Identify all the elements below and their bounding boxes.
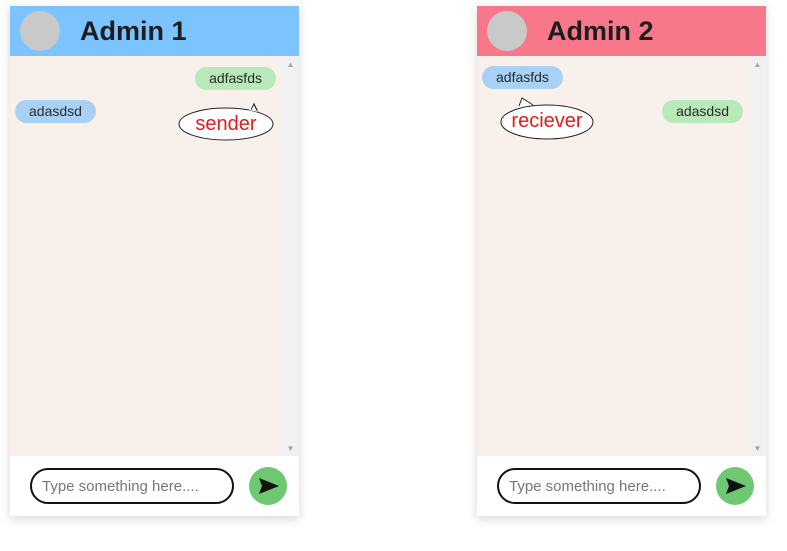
scroll-down-arrow-icon[interactable]: ▼ (749, 443, 766, 455)
send-arrow-icon (726, 478, 746, 494)
chat-title: Admin 2 (547, 16, 654, 46)
scroll-up-arrow-icon[interactable]: ▲ (282, 59, 299, 71)
avatar[interactable] (487, 11, 527, 51)
chat-window-admin-1: Admin 1 adfasfds adasdsd sender ▲ ▼ (10, 6, 299, 516)
annotation-label: sender (195, 113, 257, 135)
avatar[interactable] (20, 11, 60, 51)
annotation-callout: reciever (500, 96, 594, 140)
chat-header: Admin 2 (477, 6, 766, 56)
message-bubble-sent: adasdsd (662, 100, 743, 123)
message-composer (10, 456, 299, 516)
send-button[interactable] (249, 467, 287, 505)
message-list[interactable]: adfasfds adasdsd reciever (477, 56, 749, 456)
message-bubble-received: adfasfds (482, 66, 563, 89)
message-input[interactable] (30, 468, 234, 504)
message-input[interactable] (497, 468, 701, 504)
scroll-down-arrow-icon[interactable]: ▼ (282, 443, 299, 455)
send-arrow-icon (259, 478, 279, 494)
message-bubble-received: adasdsd (15, 100, 96, 123)
message-bubble-sent: adfasfds (195, 67, 276, 90)
message-list[interactable]: adfasfds adasdsd sender (10, 56, 282, 456)
send-button[interactable] (716, 467, 754, 505)
scrollbar[interactable]: ▲ ▼ (749, 56, 766, 456)
annotation-label: reciever (511, 110, 583, 132)
scroll-up-arrow-icon[interactable]: ▲ (749, 59, 766, 71)
annotation-callout: sender (178, 102, 274, 141)
message-composer (477, 456, 766, 516)
chat-header: Admin 1 (10, 6, 299, 56)
scrollbar[interactable]: ▲ ▼ (282, 56, 299, 456)
chat-title: Admin 1 (80, 16, 187, 46)
chat-window-admin-2: Admin 2 adfasfds adasdsd reciever ▲ ▼ (477, 6, 766, 516)
